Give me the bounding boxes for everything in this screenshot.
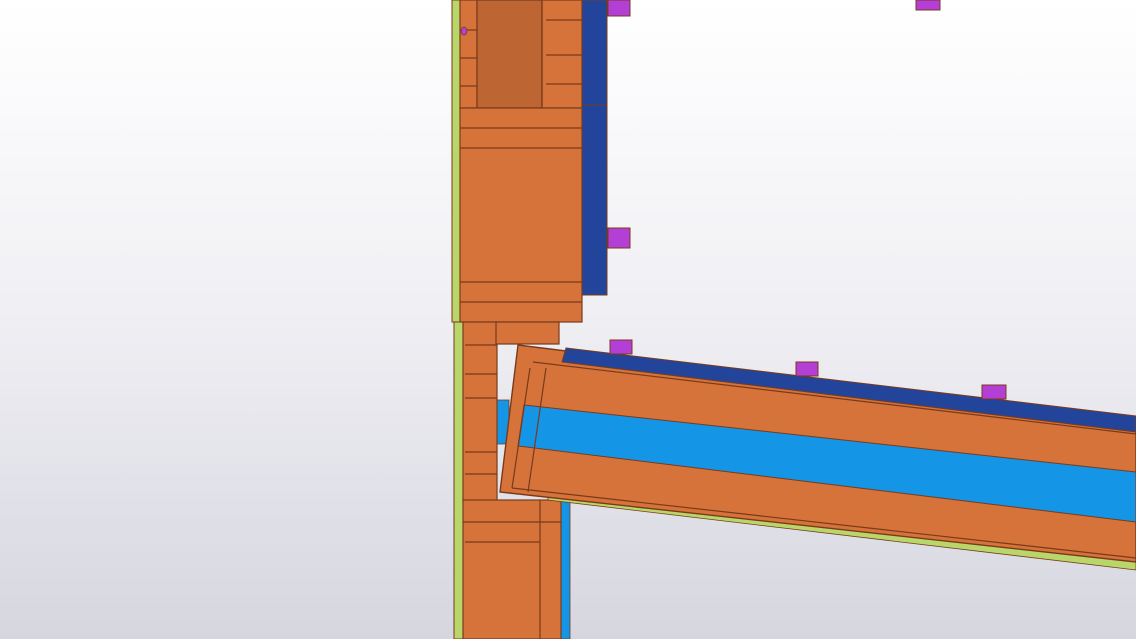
wall-sheathing-board (581, 104, 608, 296)
wall-stud-core (476, 0, 543, 109)
wall-membrane-upper (451, 0, 461, 323)
roof-assembly (499, 344, 1136, 571)
wall-blocking (495, 321, 560, 345)
wall-membrane-lower (453, 321, 464, 639)
wall-stud-lower (462, 321, 498, 503)
model-scene (451, 0, 1136, 639)
wall-stud-outer (459, 0, 478, 109)
fastener-clip (609, 339, 633, 355)
wall-sheathing-board (581, 0, 608, 106)
wall-stud-inner (541, 0, 583, 109)
upper-wall-assembly (459, 0, 608, 323)
fastener-clip (607, 0, 631, 17)
fastener-clip (981, 384, 1007, 400)
wall-stud-bottom (462, 499, 562, 639)
fastener-clip (607, 227, 631, 249)
fastener-head (460, 26, 468, 36)
fastener-clip (795, 361, 819, 377)
fasteners (607, 0, 1007, 400)
top-plate (459, 107, 583, 323)
fastener-clip (915, 0, 941, 11)
model-viewport[interactable] (0, 0, 1136, 639)
